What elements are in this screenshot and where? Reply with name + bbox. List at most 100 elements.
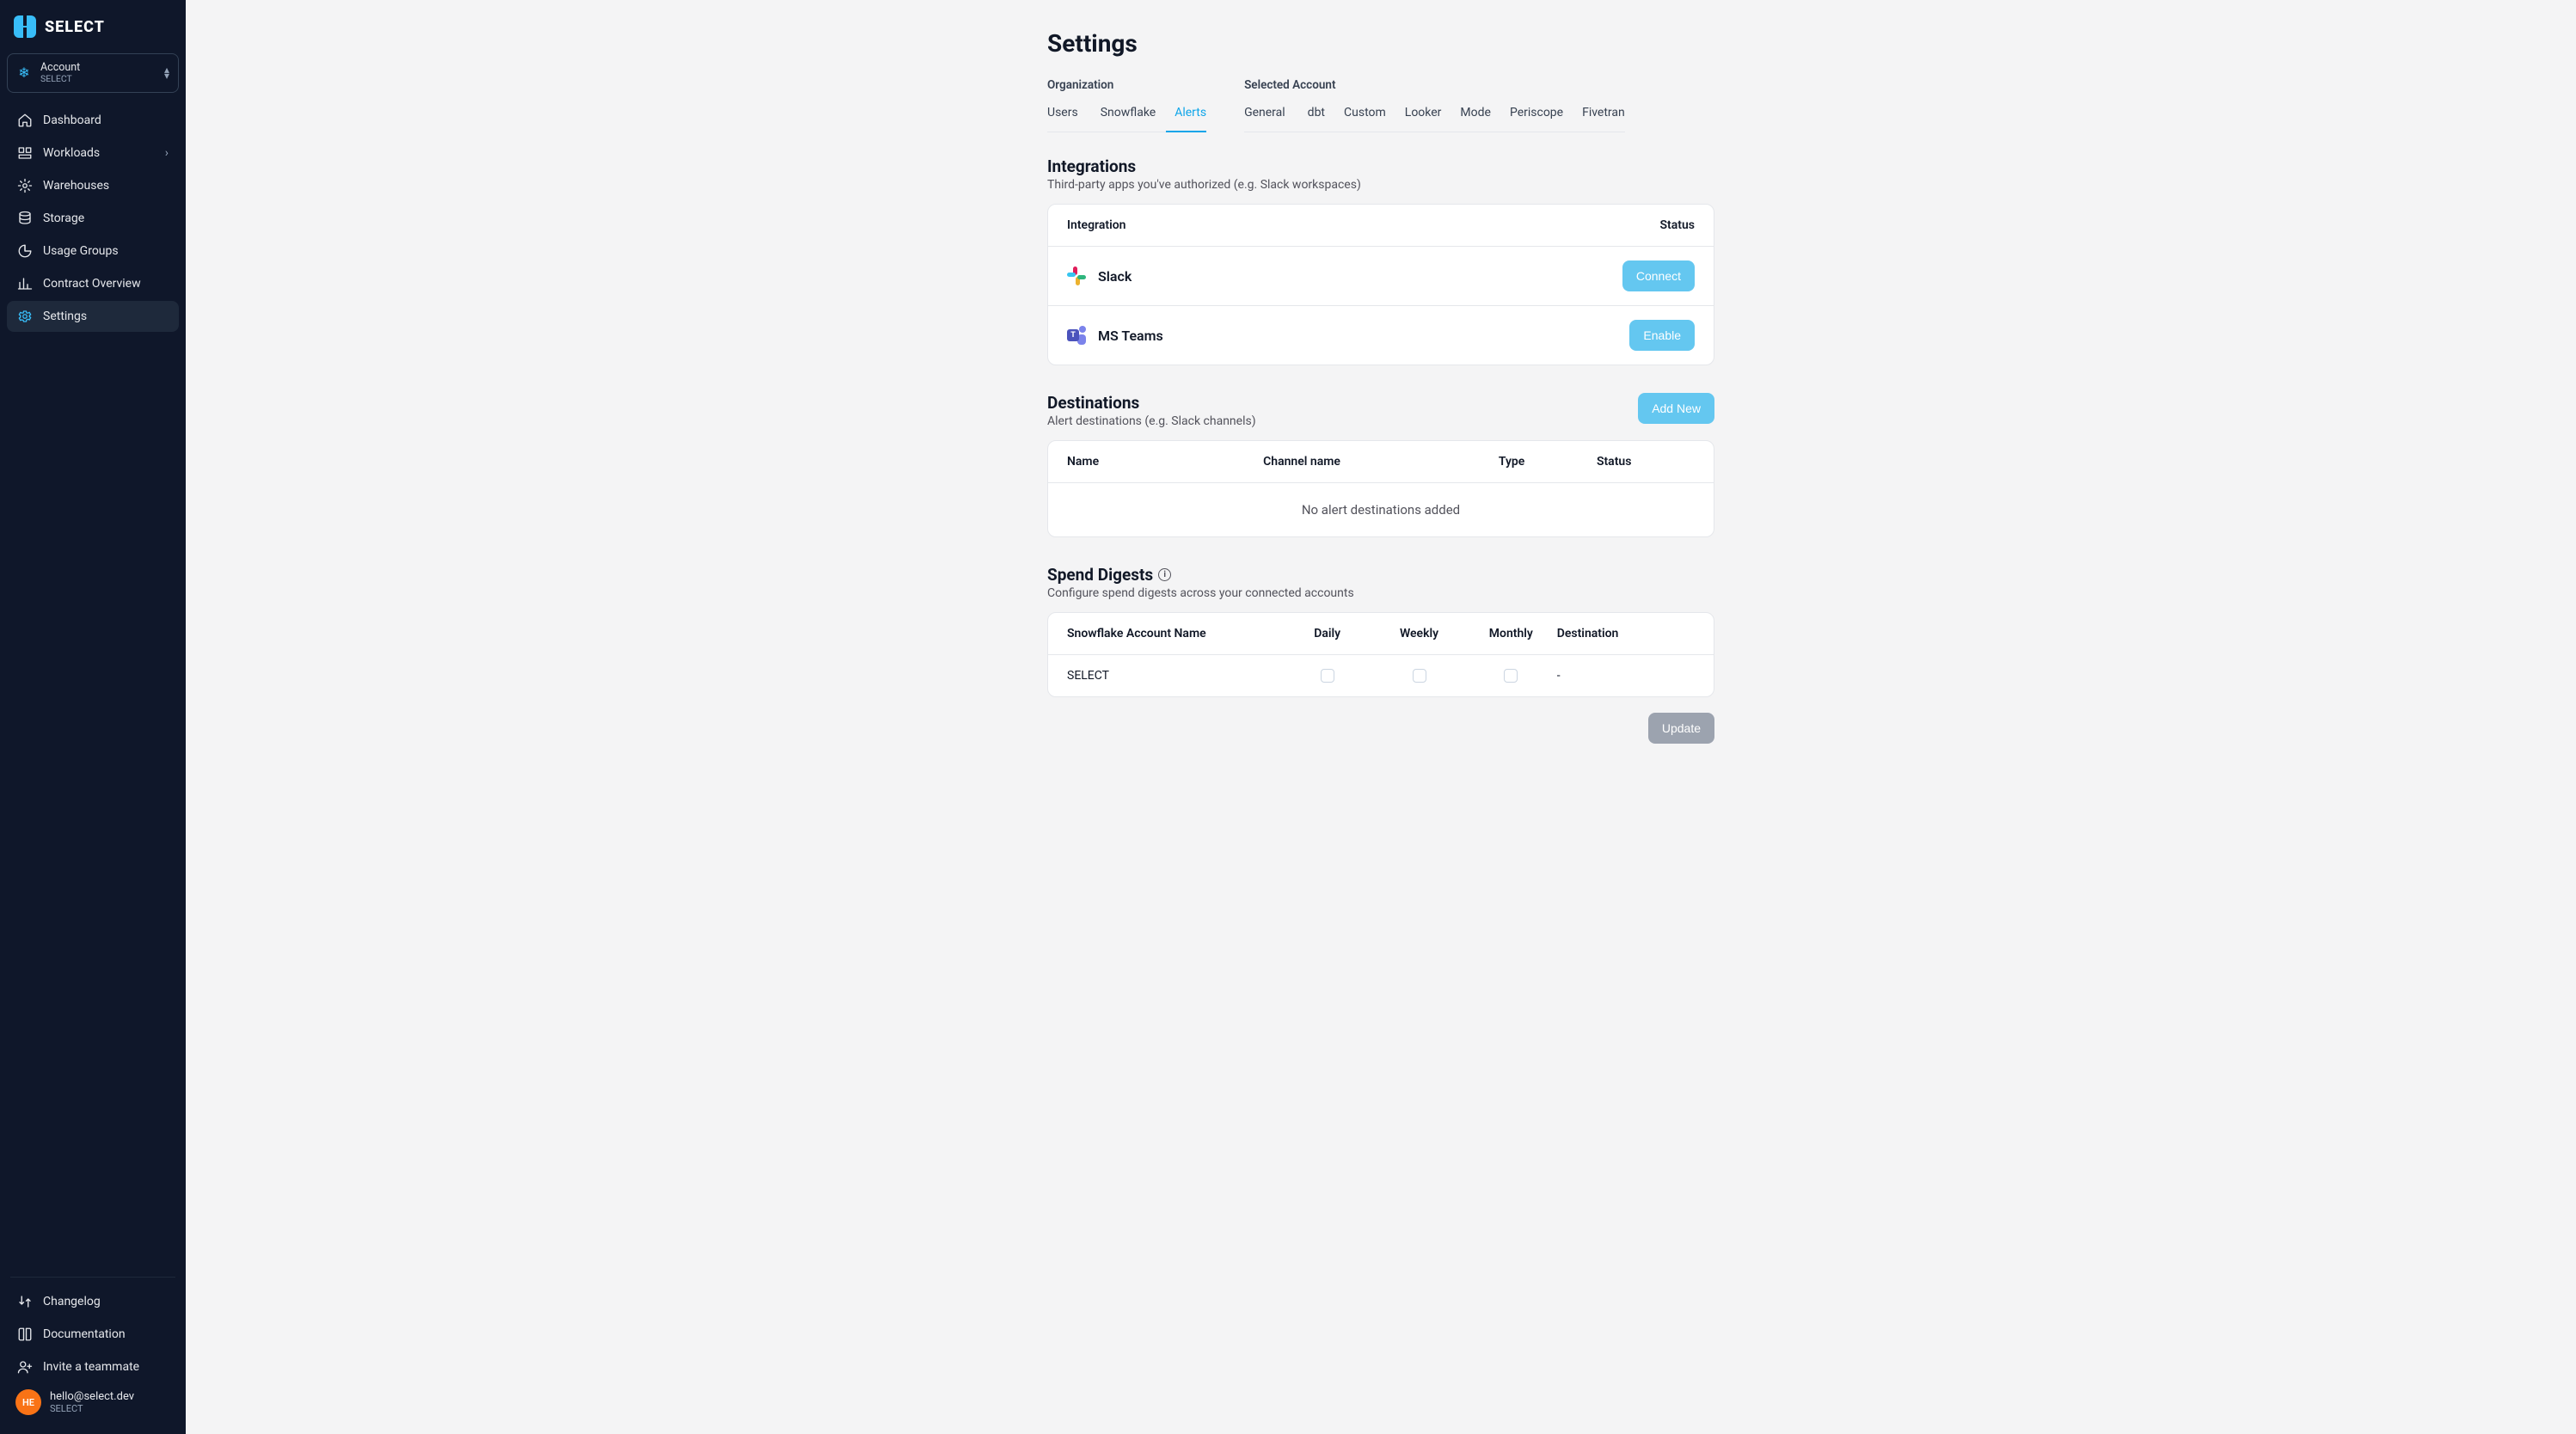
integration-row-msteams: T MS Teams Enable	[1048, 305, 1714, 365]
sidebar-item-label: Usage Groups	[43, 244, 119, 258]
col-monthly: Monthly	[1465, 627, 1557, 640]
enable-teams-button[interactable]: Enable	[1629, 320, 1695, 351]
add-destination-button[interactable]: Add New	[1638, 393, 1714, 424]
user-menu[interactable]: HE hello@select.dev SELECT	[7, 1382, 179, 1422]
col-weekly: Weekly	[1373, 627, 1465, 640]
account-selector-value: SELECT	[40, 74, 156, 85]
destinations-section: Destinations Alert destinations (e.g. Sl…	[1047, 393, 1714, 537]
chevron-up-down-icon: ▴▾	[164, 67, 169, 79]
integration-name: MS Teams	[1098, 328, 1629, 344]
account-selector[interactable]: ❄ Account SELECT ▴▾	[7, 53, 179, 93]
sidebar-item-settings[interactable]: Settings	[7, 301, 179, 332]
brand-logo: SELECT	[7, 12, 179, 48]
spend-digests-section: Spend Digests i Configure spend digests a…	[1047, 565, 1714, 744]
tab-custom[interactable]: Custom	[1335, 99, 1395, 132]
update-button[interactable]: Update	[1648, 713, 1714, 744]
col-destination: Destination	[1557, 627, 1695, 640]
user-org: SELECT	[50, 1403, 134, 1414]
layout-icon	[17, 145, 33, 161]
tab-general[interactable]: General	[1244, 99, 1294, 132]
sidebar-item-label: Invite a teammate	[43, 1360, 139, 1374]
tab-periscope[interactable]: Periscope	[1501, 99, 1572, 132]
destination-value: -	[1557, 669, 1695, 683]
sidebar-footer-nav: Changelog Documentation Invite a teammat…	[7, 1286, 179, 1382]
sidebar-item-contract-overview[interactable]: Contract Overview	[7, 268, 179, 299]
settings-tab-groups: Organization Users Snowflake Alerts Sele…	[1047, 75, 1714, 132]
swap-icon	[17, 1294, 33, 1309]
sidebar-item-label: Workloads	[43, 146, 100, 160]
sidebar-item-changelog[interactable]: Changelog	[7, 1286, 179, 1317]
col-integration: Integration	[1067, 218, 1660, 232]
sidebar-item-label: Documentation	[43, 1327, 126, 1341]
user-menu-texts: hello@select.dev SELECT	[50, 1390, 134, 1414]
monthly-checkbox[interactable]	[1504, 669, 1518, 683]
sidebar-item-documentation[interactable]: Documentation	[7, 1319, 179, 1350]
info-icon[interactable]: i	[1158, 568, 1171, 581]
weekly-checkbox[interactable]	[1413, 669, 1426, 683]
tab-group-organization: Organization Users Snowflake Alerts	[1047, 75, 1206, 132]
tab-users[interactable]: Users	[1047, 99, 1087, 132]
user-plus-icon	[17, 1359, 33, 1375]
col-status: Status	[1660, 218, 1695, 232]
destinations-title: Destinations	[1047, 393, 1256, 413]
sidebar-item-label: Contract Overview	[43, 277, 141, 291]
sidebar-item-warehouses[interactable]: Warehouses	[7, 170, 179, 201]
account-name: SELECT	[1067, 669, 1281, 683]
teams-icon: T	[1067, 326, 1086, 345]
sidebar-item-label: Settings	[43, 309, 87, 323]
snowflake-icon: ❄	[16, 65, 32, 81]
tab-group-label: Organization	[1047, 75, 1206, 99]
integrations-subtitle: Third-party apps you've authorized (e.g.…	[1047, 178, 1361, 192]
spend-digests-title-text: Spend Digests	[1047, 565, 1153, 585]
tab-group-selected-account: Selected Account General dbt Custom Look…	[1244, 75, 1625, 132]
sidebar-item-dashboard[interactable]: Dashboard	[7, 105, 179, 136]
home-icon	[17, 113, 33, 128]
account-selector-label: Account	[40, 61, 156, 74]
sidebar-divider	[10, 1277, 175, 1278]
brand-mark-icon	[14, 15, 36, 38]
page-title: Settings	[1047, 29, 1714, 58]
col-type: Type	[1499, 455, 1597, 469]
tab-mode[interactable]: Mode	[1451, 99, 1500, 132]
tab-snowflake[interactable]: Snowflake	[1092, 99, 1165, 132]
sidebar-item-invite[interactable]: Invite a teammate	[7, 1351, 179, 1382]
sidebar-nav: Dashboard Workloads › Warehouses Storage	[7, 105, 179, 332]
sidebar-item-label: Dashboard	[43, 113, 101, 127]
integrations-table: Integration Status Slack Connect T MS Te…	[1047, 204, 1714, 365]
book-icon	[17, 1327, 33, 1342]
destinations-table: Name Channel name Type Status No alert d…	[1047, 440, 1714, 537]
tab-dbt[interactable]: dbt	[1299, 99, 1334, 132]
pie-chart-icon	[17, 243, 33, 259]
avatar: HE	[15, 1389, 41, 1415]
integration-name: Slack	[1098, 268, 1622, 285]
brand-text: SELECT	[45, 18, 105, 36]
main-content: Settings Organization Users Snowflake Al…	[186, 0, 2576, 1434]
destinations-subtitle: Alert destinations (e.g. Slack channels)	[1047, 414, 1256, 428]
tab-fivetran[interactable]: Fivetran	[1573, 99, 1625, 132]
integrations-title: Integrations	[1047, 156, 1361, 176]
tab-alerts[interactable]: Alerts	[1166, 99, 1206, 132]
tab-group-label: Selected Account	[1244, 75, 1625, 99]
spend-digests-title: Spend Digests i	[1047, 565, 1354, 585]
integrations-section: Integrations Third-party apps you've aut…	[1047, 156, 1714, 365]
daily-checkbox[interactable]	[1321, 669, 1334, 683]
sidebar-item-usage-groups[interactable]: Usage Groups	[7, 236, 179, 267]
chevron-right-icon: ›	[165, 146, 169, 160]
col-daily: Daily	[1281, 627, 1373, 640]
col-status: Status	[1597, 455, 1695, 469]
connect-slack-button[interactable]: Connect	[1622, 260, 1695, 291]
sidebar-item-label: Storage	[43, 211, 84, 225]
spend-digests-subtitle: Configure spend digests across your conn…	[1047, 586, 1354, 600]
sidebar-item-workloads[interactable]: Workloads ›	[7, 138, 179, 169]
destinations-empty: No alert destinations added	[1048, 482, 1714, 536]
sidebar-item-label: Changelog	[43, 1295, 101, 1308]
sidebar: SELECT ❄ Account SELECT ▴▾ Dashboard Wor…	[0, 0, 186, 1434]
warehouse-icon	[17, 178, 33, 193]
sidebar-item-storage[interactable]: Storage	[7, 203, 179, 234]
database-icon	[17, 211, 33, 226]
gear-icon	[17, 309, 33, 324]
spend-digests-table: Snowflake Account Name Daily Weekly Mont…	[1047, 612, 1714, 697]
spend-digest-row: SELECT -	[1048, 654, 1714, 696]
tab-looker[interactable]: Looker	[1396, 99, 1451, 132]
col-channel: Channel name	[1263, 455, 1499, 469]
